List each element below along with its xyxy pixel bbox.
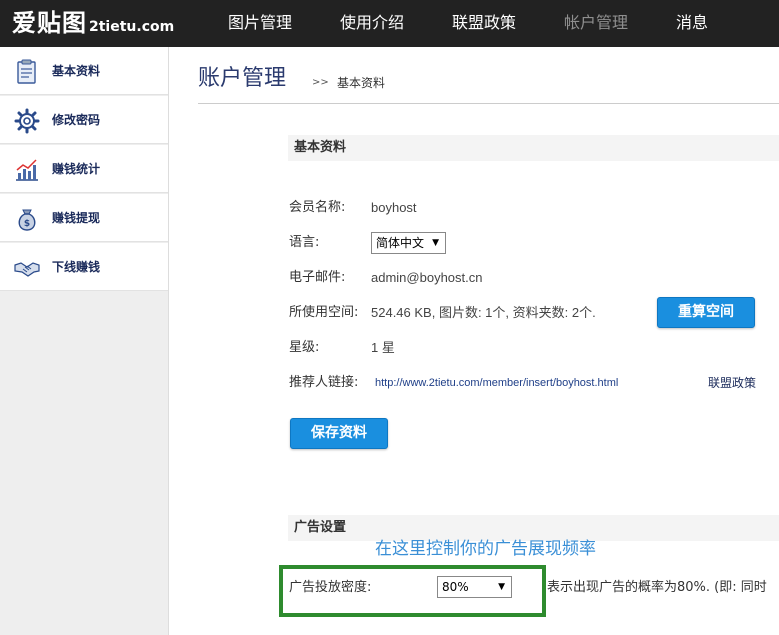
referral-link[interactable]: http://www.2tietu.com/member/insert/boyh… bbox=[375, 376, 618, 390]
sidebar: 基本资料 修改密码 赚钱统计 $ 赚钱提现 下线赚钱 bbox=[0, 47, 169, 635]
sidebar-item-basic-info[interactable]: 基本资料 bbox=[0, 47, 168, 95]
sidebar-item-label: 修改密码 bbox=[52, 113, 101, 127]
star-level-value: 1 星 bbox=[371, 340, 395, 355]
handshake-icon bbox=[14, 262, 40, 277]
nav-messages[interactable]: 消息 bbox=[676, 13, 708, 33]
ad-density-note: 表示出现广告的概率为80%. (即: 同时 bbox=[547, 580, 767, 595]
money-bag-icon: $ bbox=[18, 209, 36, 231]
top-navbar: 爱贴图 2tietu.com 图片管理 使用介绍 联盟政策 帐户管理 消息 bbox=[0, 0, 779, 47]
ad-density-select[interactable]: 80% ▼ bbox=[437, 576, 512, 598]
nav-alliance-policy[interactable]: 联盟政策 bbox=[452, 13, 516, 33]
sidebar-item-label: 基本资料 bbox=[52, 64, 101, 78]
basic-info-section-header: 基本资料 bbox=[288, 135, 779, 161]
breadcrumb: 基本资料 bbox=[337, 76, 386, 90]
svg-text:$: $ bbox=[24, 219, 30, 229]
gear-icon bbox=[14, 108, 40, 134]
breadcrumb-separator: >> bbox=[312, 77, 329, 88]
member-name-value: boyhost bbox=[371, 200, 417, 215]
ad-density-select-value: 80% bbox=[442, 580, 469, 594]
star-level-label: 星级: bbox=[289, 340, 320, 355]
save-profile-button[interactable]: 保存资料 bbox=[290, 418, 388, 449]
annotation-text: 在这里控制你的广告展现频率 bbox=[375, 539, 596, 559]
sidebar-item-earnings-stats[interactable]: 赚钱统计 bbox=[0, 145, 168, 193]
profile-sheet-icon bbox=[17, 59, 36, 84]
email-value: admin@boyhost.cn bbox=[371, 270, 483, 285]
space-used-label: 所使用空间: bbox=[289, 305, 359, 320]
ad-density-label: 广告投放密度: bbox=[289, 580, 372, 595]
sidebar-item-label: 赚钱统计 bbox=[52, 162, 101, 176]
recalculate-space-button[interactable]: 重算空间 bbox=[657, 297, 755, 328]
chart-icon bbox=[16, 159, 38, 181]
sidebar-item-referral-earnings[interactable]: 下线赚钱 bbox=[0, 243, 168, 291]
sidebar-item-withdraw[interactable]: $ 赚钱提现 bbox=[0, 194, 168, 242]
language-label: 语言: bbox=[289, 235, 320, 250]
email-label: 电子邮件: bbox=[289, 270, 346, 285]
section-title: 基本资料 bbox=[294, 140, 347, 155]
logo-domain: 2tietu.com bbox=[89, 19, 175, 35]
nav-account-management[interactable]: 帐户管理 bbox=[564, 13, 628, 33]
chevron-down-icon: ▼ bbox=[432, 238, 439, 248]
nav-usage-guide[interactable]: 使用介绍 bbox=[340, 13, 404, 33]
page-title: 账户管理 bbox=[198, 66, 287, 91]
language-select[interactable]: 简体中文 ▼ bbox=[371, 232, 446, 254]
site-logo[interactable]: 爱贴图 2tietu.com bbox=[12, 7, 174, 39]
sidebar-item-label: 下线赚钱 bbox=[52, 260, 101, 274]
section-title: 广告设置 bbox=[294, 520, 347, 535]
header-divider bbox=[198, 103, 779, 104]
chevron-down-icon: ▼ bbox=[498, 582, 505, 592]
nav-image-management[interactable]: 图片管理 bbox=[228, 13, 292, 33]
logo-chinese: 爱贴图 bbox=[12, 9, 87, 37]
alliance-policy-link[interactable]: 联盟政策 bbox=[708, 375, 756, 391]
sidebar-item-label: 赚钱提现 bbox=[52, 211, 101, 225]
member-name-label: 会员名称: bbox=[289, 200, 346, 215]
referral-link-label: 推荐人链接: bbox=[289, 375, 359, 390]
space-used-value: 524.46 KB, 图片数: 1个, 资料夹数: 2个. bbox=[371, 305, 596, 320]
sidebar-item-change-password[interactable]: 修改密码 bbox=[0, 96, 168, 144]
language-select-value: 简体中文 bbox=[376, 236, 425, 250]
